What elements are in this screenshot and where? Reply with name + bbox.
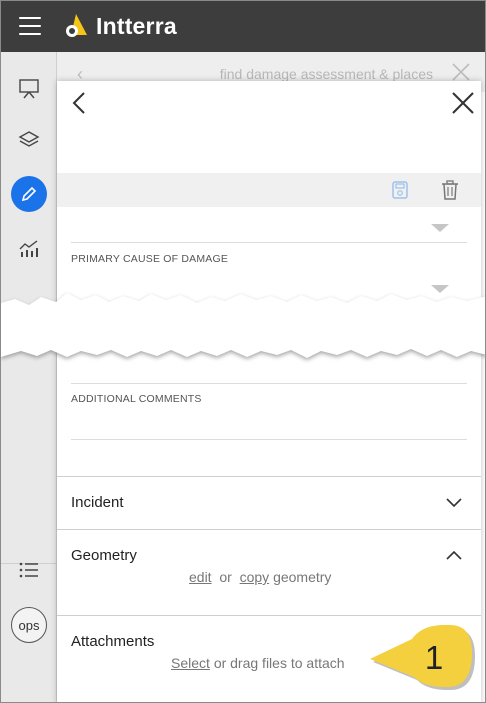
trash-icon[interactable] — [441, 180, 459, 200]
top-bar: Intterra — [1, 1, 485, 52]
section-divider — [57, 615, 481, 616]
ops-button[interactable]: ops — [11, 607, 47, 643]
copy-geometry-link[interactable]: copy — [240, 569, 270, 585]
search-placeholder[interactable]: find damage assessment & places — [220, 66, 433, 82]
torn-edge-decoration — [1, 293, 485, 360]
damage-select-underline — [71, 242, 467, 243]
primary-cause-label: PRIMARY CAUSE OF DAMAGE — [71, 253, 229, 265]
search-close-icon[interactable] — [451, 62, 471, 82]
geometry-suffix: geometry — [273, 569, 332, 585]
section-divider — [57, 529, 481, 530]
edit-geometry-link[interactable]: edit — [189, 569, 212, 585]
analytics-chart-icon[interactable] — [11, 230, 47, 266]
additional-comments-label: ADDITIONAL COMMENTS — [71, 393, 202, 405]
additional-comments-underline[interactable] — [71, 439, 467, 440]
left-sidebar: ops — [1, 52, 57, 702]
presentation-icon[interactable] — [11, 70, 47, 106]
or-text: or — [219, 569, 232, 585]
app-window: Intterra ops ‹ find damage assessment & … — [0, 0, 486, 703]
save-icon[interactable] — [391, 181, 409, 199]
panel-toolbar — [57, 173, 481, 207]
damage-assessment-panel: PRIMARY CAUSE OF DAMAGE ADDITIONAL COMME… — [57, 81, 481, 702]
list-icon[interactable] — [11, 552, 47, 588]
chevron-up-icon[interactable] — [445, 549, 463, 561]
incident-section-title[interactable]: Incident — [71, 494, 124, 511]
section-divider — [57, 476, 481, 477]
intterra-logo-icon — [66, 14, 87, 37]
chevron-down-icon[interactable] — [445, 497, 463, 509]
attachments-actions: Select or drag files to attach — [171, 655, 345, 671]
select-files-link[interactable]: Select — [171, 655, 210, 671]
app-name: Intterra — [96, 13, 177, 39]
attachments-section-title: Attachments — [71, 633, 155, 650]
draw-pencil-icon[interactable] — [11, 176, 47, 212]
damage-select-caret-icon[interactable] — [431, 224, 449, 232]
geometry-section-title[interactable]: Geometry — [71, 547, 137, 564]
back-arrow-icon[interactable] — [69, 91, 89, 115]
layers-icon[interactable] — [11, 122, 47, 158]
geometry-actions: edit or copy geometry — [189, 569, 331, 585]
attachments-suffix: or drag files to attach — [213, 655, 345, 671]
close-icon[interactable] — [451, 91, 475, 115]
field-underline — [71, 383, 467, 384]
callout-number: 1 — [424, 639, 444, 676]
hamburger-menu-icon[interactable] — [19, 17, 41, 35]
